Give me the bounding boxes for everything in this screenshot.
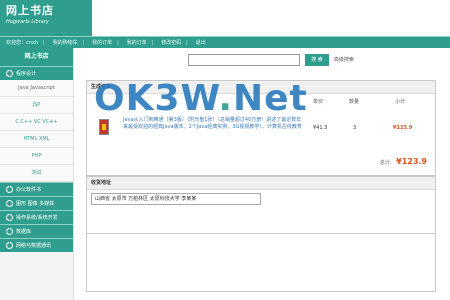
top-nav: 欢迎您：cnxh | 我的购物车 | 我的订单 | 我的订单 | 修改密码 | … [0,36,450,48]
sidebar-group-programming[interactable]: 程序设计 [0,66,73,80]
header: 网上书店 Hogwarts Library [0,0,450,36]
sidebar-group-database[interactable]: 数据库 [0,224,73,238]
book-cover-image[interactable] [99,119,109,135]
group-circle-icon [6,186,13,193]
search-button[interactable]: 搜 索 [304,54,329,66]
search-input[interactable] [188,54,300,66]
total-amount: ¥123.9 [396,157,427,166]
group-circle-icon [6,242,13,249]
sidebar: 网上书店 程序设计 Java Javascript JSP C C++ VC V… [0,48,74,300]
search-bar: 搜 索 高级搜索 [188,54,354,67]
col-subtotal-header: 小计 [395,99,406,105]
col-price-header: 单价 [313,99,324,105]
sidebar-group-network[interactable]: 网络与数据通讯 [0,238,73,252]
order-total: 总计: ¥123.9 [380,157,427,166]
item-subtotal: ¥123.9 [393,125,413,131]
advanced-search-link[interactable]: 高级搜索 [334,54,354,66]
book-title-link[interactable]: Java从入门到精通（第3版）（附光盘1张）（总销量超过40万册！讲述了最近数年… [123,117,303,131]
address-field[interactable]: 山西省 太原市 万柏林区 太原科技大学 李某某 [91,193,261,205]
sidebar-group-os[interactable]: 操作系统/系统开发 [0,210,73,224]
logo-subtitle: Hogwarts Library [6,19,49,25]
address-panel-title: 收货地址 [87,177,435,190]
group-circle-icon [6,200,13,207]
sidebar-group-graphics[interactable]: 图形 图像 多媒体 [0,196,73,210]
group-circle-icon [6,214,13,221]
sidebar-title: 网上书店 [0,48,73,66]
site-logo[interactable]: 网上书店 Hogwarts Library [0,0,92,36]
group-circle-icon [6,228,13,235]
watermark-logo: OK3W.Net [94,78,308,119]
sidebar-item-html[interactable]: HTML XML [0,131,73,148]
sidebar-item-java[interactable]: Java Javascript [0,80,73,97]
extra-panel [86,234,436,292]
logo-title: 网上书店 [6,4,54,17]
sidebar-item-c[interactable]: C C++ VC VC++ [0,114,73,131]
col-qty-header: 数量 [349,99,360,105]
sidebar-item-jsp[interactable]: JSP [0,97,73,114]
address-panel: 收货地址 山西省 太原市 万柏林区 太原科技大学 李某某 [86,176,436,234]
item-price: ¥41.3 [313,125,328,131]
sidebar-item-php[interactable]: PHP [0,148,73,165]
total-label: 总计: [379,160,392,166]
sidebar-item-test[interactable]: 测试 [0,165,73,182]
sidebar-group-office[interactable]: 办公软件书 [0,182,73,196]
item-qty: 3 [353,125,357,131]
group-circle-icon [6,70,13,77]
